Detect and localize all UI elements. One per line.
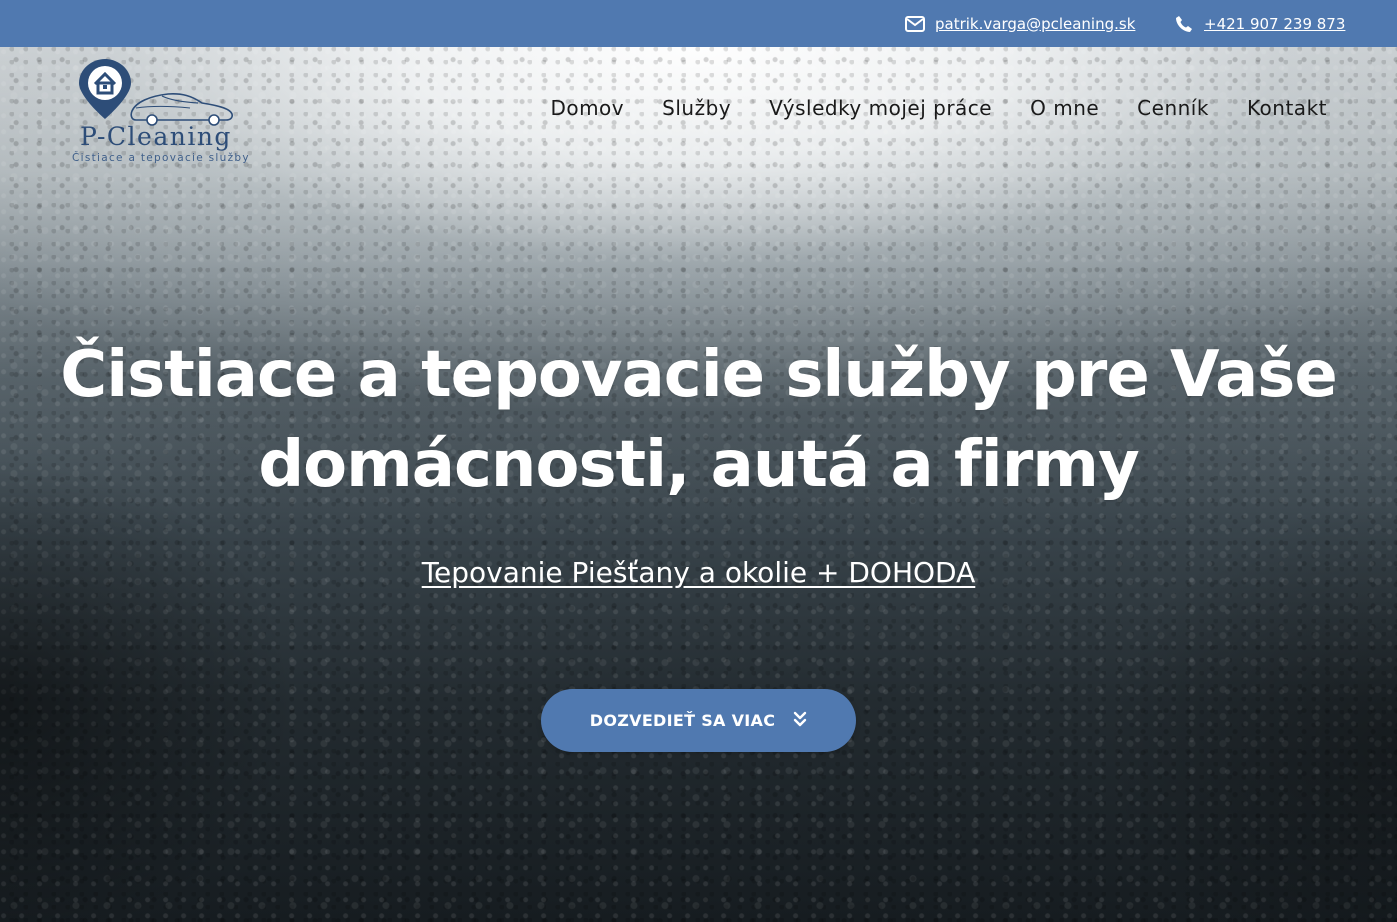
learn-more-button[interactable]: DOZVEDIEŤ SA VIAC: [541, 689, 856, 752]
top-contact-bar: patrik.varga@pcleaning.sk +421 907 239 8…: [0, 0, 1397, 47]
logo-mark: [79, 59, 233, 126]
logo-name: P-Cleaning: [80, 122, 232, 151]
phone-link[interactable]: +421 907 239 873: [1204, 15, 1345, 33]
topbar-phone: +421 907 239 873: [1174, 0, 1345, 47]
nav-item-sluzby[interactable]: Služby: [662, 96, 731, 120]
topbar-email: patrik.varga@pcleaning.sk: [905, 0, 1135, 47]
phone-icon: [1174, 14, 1194, 34]
nav-item-vysledky[interactable]: Výsledky mojej práce: [769, 96, 992, 120]
nav-item-cennik[interactable]: Cenník: [1137, 96, 1209, 120]
cta-label: DOZVEDIEŤ SA VIAC: [589, 711, 776, 730]
email-link[interactable]: patrik.varga@pcleaning.sk: [935, 15, 1135, 33]
main-navigation: Domov Služby Výsledky mojej práce O mne …: [550, 96, 1327, 120]
headline-line-2: domácnosti, autá a firmy: [258, 428, 1139, 502]
headline-line-1: Čistiace a tepovacie služby pre Vaše: [60, 338, 1337, 412]
nav-item-kontakt[interactable]: Kontakt: [1247, 96, 1327, 120]
subheadline-link[interactable]: Tepovanie Piešťany a okolie + DOHODA: [422, 556, 976, 589]
double-chevron-down-icon: [793, 711, 807, 731]
site-logo[interactable]: P-Cleaning Čistiace a tepovacie služby: [70, 56, 250, 168]
nav-item-o-mne[interactable]: O mne: [1030, 96, 1099, 120]
envelope-icon: [905, 14, 925, 34]
logo-tagline: Čistiace a tepovacie služby: [72, 152, 250, 164]
nav-item-domov[interactable]: Domov: [550, 96, 624, 120]
hero-subheadline: Tepovanie Piešťany a okolie + DOHODA: [0, 556, 1397, 589]
page: patrik.varga@pcleaning.sk +421 907 239 8…: [0, 0, 1397, 922]
hero-headline: Čistiace a tepovacie služby pre Vaše dom…: [0, 330, 1397, 510]
